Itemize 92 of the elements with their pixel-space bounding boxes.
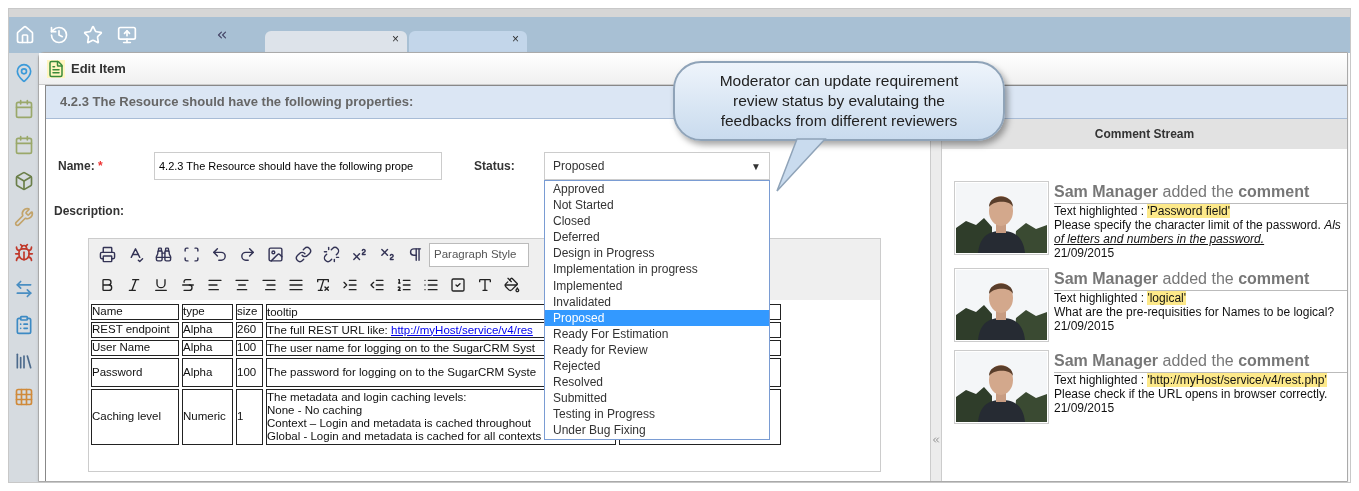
table-cell: 260 — [236, 322, 263, 338]
dropdown-option[interactable]: Invalidated — [545, 293, 769, 310]
callout-text: Moderator can update requirement — [719, 71, 959, 91]
close-icon[interactable]: × — [512, 33, 519, 45]
table-cell: type — [182, 304, 233, 320]
undo-icon[interactable] — [211, 246, 228, 263]
swap-icon[interactable] — [14, 279, 34, 299]
dropdown-option[interactable]: Implemented — [545, 277, 769, 294]
bullet-list-icon[interactable] — [423, 277, 439, 293]
link-icon[interactable] — [295, 246, 312, 263]
bug-icon[interactable] — [14, 243, 34, 263]
dropdown-option[interactable]: Testing in Progress — [545, 406, 769, 423]
comment-date: 21/09/2015 — [1054, 401, 1116, 415]
books-icon[interactable] — [14, 351, 34, 371]
justify-icon[interactable] — [288, 277, 304, 293]
clipboard-icon[interactable] — [14, 315, 34, 335]
dropdown-option[interactable]: Deferred — [545, 229, 769, 246]
collapse-icon[interactable] — [215, 28, 229, 42]
redo-icon[interactable] — [239, 246, 256, 263]
dropdown-option[interactable]: Approved — [545, 181, 769, 198]
comment-text: What are the pre-requisities for Names to be logical? — [1054, 305, 1336, 319]
star-icon[interactable] — [83, 25, 103, 45]
table-cell: Alpha — [182, 322, 233, 338]
comment-text: Please check if the URL opens in browser correctly. — [1054, 387, 1329, 401]
align-left-icon[interactable] — [207, 277, 223, 293]
subscript-icon[interactable] — [379, 246, 396, 263]
table-cell: User Name — [91, 340, 179, 356]
table-cell: Alpha — [182, 340, 233, 356]
dropdown-option[interactable]: Not Started — [545, 197, 769, 214]
close-icon[interactable]: × — [392, 33, 399, 45]
image-icon[interactable] — [267, 246, 284, 263]
comment-highlight-line: Text highlighted : 'http://myHost/service/v4/rest.php' — [1054, 373, 1328, 387]
dropdown-option[interactable]: Submitted — [545, 390, 769, 407]
clear-format-icon[interactable] — [315, 277, 331, 293]
status-label: Status: — [474, 158, 516, 175]
status-select[interactable]: Proposed ▼ — [544, 152, 770, 180]
name-field[interactable]: 4.2.3 The Resource should have the following prope — [154, 152, 442, 180]
dropdown-option[interactable]: Ready for Review — [545, 341, 769, 359]
comment-highlight-line: Text highlighted : 'logical' — [1054, 291, 1188, 305]
align-center-icon[interactable] — [234, 277, 250, 293]
indent-icon[interactable] — [342, 277, 358, 293]
table-cell: Alpha — [182, 358, 233, 387]
dropdown-option[interactable]: Under Bug Fixing — [545, 422, 769, 439]
dialog-title: Edit Item — [71, 59, 126, 78]
comment-date: 21/09/2015 — [1054, 246, 1116, 260]
table-cell: 100 — [236, 340, 263, 356]
dropdown-option[interactable]: Resolved — [545, 374, 769, 391]
paragraph-style-select[interactable]: Paragraph Style — [429, 242, 529, 267]
italic-icon[interactable] — [126, 277, 142, 293]
comment-text: Please specify the character limit of the password. Als — [1054, 218, 1342, 232]
table-cell: size — [236, 304, 263, 320]
superscript-icon[interactable] — [351, 246, 368, 263]
outdent-icon[interactable] — [369, 277, 385, 293]
section-title: 4.2.3 The Resource should have the following properties: — [60, 93, 414, 112]
document-icon — [47, 59, 65, 78]
name-label: Name: * — [58, 158, 104, 175]
unlink-icon[interactable] — [323, 246, 340, 263]
table-cell: Caching level — [91, 389, 179, 445]
bold-icon[interactable] — [99, 277, 115, 293]
comment-date: 21/09/2015 — [1054, 319, 1116, 333]
find-icon[interactable] — [155, 246, 172, 263]
callout-text: feedbacks from different reviewers — [720, 111, 958, 131]
tab[interactable]: × — [409, 31, 527, 53]
table-cell: REST endpoint — [91, 322, 179, 338]
strikethrough-icon[interactable] — [180, 277, 196, 293]
table-cell: Password — [91, 358, 179, 387]
align-right-icon[interactable] — [261, 277, 277, 293]
cube-icon[interactable] — [14, 171, 34, 191]
checkbox-icon[interactable] — [450, 277, 466, 293]
dropdown-option[interactable]: Ready For Estimation — [545, 325, 769, 342]
dropdown-option[interactable]: Implementation in progress — [545, 261, 769, 278]
dropdown-option[interactable]: Closed — [545, 213, 769, 230]
ordered-list-icon[interactable] — [396, 277, 412, 293]
table-cell: Name — [91, 304, 179, 320]
comment-highlight-line: Text highlighted : 'Password field' — [1054, 204, 1232, 218]
tab[interactable]: × — [265, 31, 407, 53]
underline-icon[interactable] — [153, 277, 169, 293]
dropdown-option[interactable]: Design in Progress — [545, 245, 769, 262]
dropdown-option[interactable]: Rejected — [545, 358, 769, 375]
font-icon[interactable] — [477, 277, 493, 293]
select-all-icon[interactable] — [183, 246, 200, 263]
paragraph-icon[interactable] — [407, 246, 424, 263]
url-link[interactable]: http://myHost/service/v4/res — [391, 323, 533, 336]
panel-title: Comment Stream — [1094, 126, 1195, 143]
print-icon[interactable] — [99, 246, 116, 263]
callout-text: review status by evalutaing the — [733, 91, 945, 111]
table-cell: 1 — [236, 389, 263, 445]
paint-bucket-icon[interactable] — [504, 277, 520, 293]
description-label: Description: — [54, 203, 124, 220]
comment-text: of letters and numbers in the password. — [1054, 232, 1266, 246]
table-cell: 100 — [236, 358, 263, 387]
table-cell: Numeric — [182, 389, 233, 445]
